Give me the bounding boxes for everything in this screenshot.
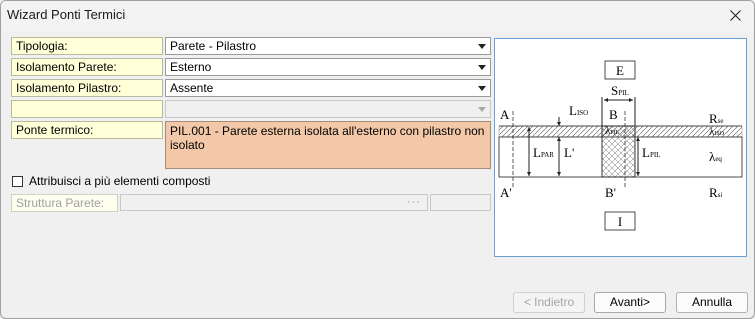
- cancel-button[interactable]: Annulla: [676, 292, 748, 313]
- window-title: Wizard Ponti Termici: [7, 7, 126, 22]
- svg-text:Rsi: Rsi: [709, 185, 722, 200]
- isolamento-pilastro-value: Assente: [170, 81, 214, 95]
- label-i: I: [618, 214, 622, 229]
- attribuisci-label: Attribuisci a più elementi composti: [29, 174, 211, 188]
- isolamento-pilastro-select[interactable]: Assente: [165, 79, 491, 97]
- chevron-down-icon: [478, 86, 486, 91]
- ponte-termico-label: Ponte termico:: [11, 121, 163, 139]
- next-button[interactable]: Avanti>: [594, 292, 666, 313]
- close-icon: [729, 9, 741, 21]
- isolamento-parete-value: Esterno: [170, 60, 212, 74]
- back-button[interactable]: < Indietro: [513, 292, 585, 313]
- label-l-iso: L: [569, 103, 577, 118]
- label-l-pil-sub: PIL: [650, 151, 661, 159]
- close-button[interactable]: [722, 4, 748, 26]
- chevron-down-icon: [478, 44, 486, 49]
- label-s: S: [611, 83, 618, 98]
- svg-text:SPIL: SPIL: [611, 83, 629, 98]
- label-r-si: R: [709, 185, 718, 200]
- thermal-bridge-diagram: E I SPIL B B' A A' LISO LPAR L' λPIL LPI…: [494, 38, 747, 257]
- svg-text:Rse: Rse: [709, 111, 724, 126]
- struttura-parete-extra-field: [430, 194, 491, 211]
- tipologia-label: Tipologia:: [11, 37, 163, 55]
- empty-select: [165, 100, 491, 118]
- label-r-si-sub: si: [718, 191, 723, 199]
- label-a-prime: A': [500, 185, 512, 200]
- chevron-down-icon: [478, 65, 486, 70]
- label-b-prime: B': [605, 185, 616, 200]
- label-s-sub: PIL: [618, 89, 629, 97]
- wizard-window: Wizard Ponti Termici Tipologia: Parete -…: [0, 0, 755, 319]
- chevron-down-icon: [478, 107, 486, 112]
- label-lambda-pil-sub: PIL: [610, 130, 619, 136]
- label-l-par: L: [533, 145, 541, 160]
- svg-text:LISO: LISO: [569, 103, 588, 118]
- empty-label: [11, 100, 163, 118]
- struttura-parete-field: ···: [120, 194, 428, 211]
- struttura-parete-label: Struttura Parete:: [11, 194, 118, 212]
- title-bar: Wizard Ponti Termici: [1, 1, 754, 31]
- tipologia-value: Parete - Pilastro: [170, 39, 257, 53]
- label-l-pil: L: [642, 145, 650, 160]
- ponte-termico-description: PIL.001 - Parete esterna isolata all'est…: [165, 121, 491, 169]
- isolamento-pilastro-label: Isolamento Pilastro:: [11, 79, 163, 97]
- label-lambda-eq-sub: eq: [715, 155, 722, 163]
- label-e: E: [616, 63, 624, 78]
- isolamento-parete-select[interactable]: Esterno: [165, 58, 491, 76]
- label-l-par-sub: PAR: [541, 151, 554, 159]
- isolamento-parete-label: Isolamento Parete:: [11, 58, 163, 76]
- label-l-prime: L': [564, 145, 574, 160]
- label-a: A: [500, 107, 510, 122]
- diagram-svg: E I SPIL B B' A A' LISO LPAR L' λPIL LPI…: [498, 60, 743, 231]
- browse-icon: ···: [407, 196, 421, 208]
- label-b: B: [609, 107, 618, 122]
- attribuisci-checkbox[interactable]: [12, 175, 23, 187]
- label-lambda-iso-sub: ISO: [714, 131, 724, 137]
- attribuisci-checkbox-row[interactable]: Attribuisci a più elementi composti: [12, 174, 210, 188]
- tipologia-select[interactable]: Parete - Pilastro: [165, 37, 491, 55]
- label-r-se: R: [709, 111, 718, 126]
- label-l-iso-sub: ISO: [577, 109, 588, 117]
- label-r-se-sub: se: [718, 117, 724, 125]
